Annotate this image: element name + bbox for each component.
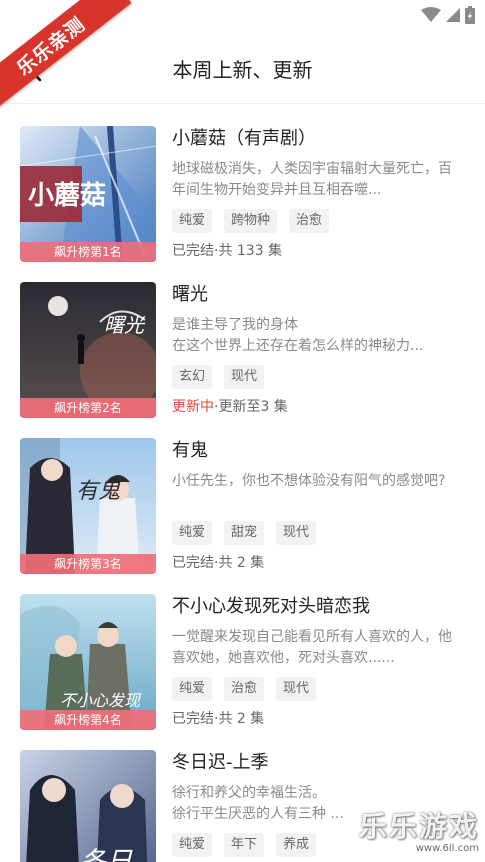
item-title: 冬日迟-上季 [172,752,269,773]
list-item[interactable]: 有鬼 飙升榜第3名 有鬼 小任先生，你也不想体验没有阳气的感觉吧? 纯爱 甜宠 … [0,438,485,578]
tag-list: 纯爱 年下 养成 [172,833,462,857]
item-title: 小蘑菇（有声剧） [172,128,316,149]
tag[interactable]: 治愈 [224,677,265,701]
item-title: 曙光 [172,284,208,305]
status-text: ·更新至3 集 [214,399,288,415]
item-description: 徐行和养父的幸福生活。 徐行平生厌恶的人有三种 ... [172,785,344,822]
tag[interactable]: 纯爱 [172,677,213,701]
tag[interactable]: 玄幻 [172,365,213,389]
tag[interactable]: 现代 [224,365,265,389]
cover-title-text: 小蘑菇 [28,181,106,211]
tag-list: 纯爱 甜宠 现代 [172,521,462,545]
item-info: 曙光 是谁主导了我的身体 在这个世界上还存在着怎么样的神秘力... 玄幻 现代 … [172,282,462,416]
cover-title-text: 曙光 [104,313,146,337]
header: 本周上新、更新 [0,32,485,104]
tag[interactable]: 跨物种 [224,209,278,233]
status-highlight: 更新中 [172,399,214,415]
rank-badge: 飙升榜第3名 [20,554,156,574]
item-status: 已完结·共 2 集 [172,552,462,572]
wifi-icon [421,7,441,22]
page-title: 本周上新、更新 [172,58,313,82]
cover-image[interactable]: 小蘑菇 飙升榜第1名 [20,126,156,262]
item-status: 已完结·共 2 集 [172,708,462,728]
list-item[interactable]: 不小心发现 飙升榜第4名 不小心发现死对头暗恋我 一觉醒来发现自己能看见所有人喜… [0,594,485,734]
tag[interactable]: 治愈 [289,209,330,233]
item-info: 冬日迟-上季 徐行和养父的幸福生活。 徐行平生厌恶的人有三种 ... 纯爱 年下… [172,750,462,857]
item-title: 有鬼 [172,440,208,461]
item-description: 一觉醒来发现自己能看见所有人喜欢的人，他喜欢她，她喜欢他，死对头喜欢...... [172,629,452,666]
cover-title-text: 冬日 [80,847,133,862]
cover-title-text: 有鬼 [76,479,121,504]
tag[interactable]: 现代 [276,521,317,545]
cover-title-text: 不小心发现 [60,691,142,710]
tag-list: 玄幻 现代 [172,365,462,389]
cover-image[interactable]: 不小心发现 飙升榜第4名 [20,594,156,730]
rank-badge: 飙升榜第1名 [20,242,156,262]
cover-image[interactable]: 有鬼 飙升榜第3名 [20,438,156,574]
list-item[interactable]: 曙光 飙升榜第2名 曙光 是谁主导了我的身体 在这个世界上还存在着怎么样的神秘力… [0,282,485,422]
item-info: 小蘑菇（有声剧） 地球磁极消失，人类因宇宙辐射大量死亡，百年间生物开始变异并且互… [172,126,462,260]
item-info: 不小心发现死对头暗恋我 一觉醒来发现自己能看见所有人喜欢的人，他喜欢她，她喜欢他… [172,594,462,728]
item-status: 已完结·共 133 集 [172,240,462,260]
cover-image[interactable]: 冬日 [20,750,156,862]
tag[interactable]: 年下 [224,833,265,857]
battery-icon [465,6,475,24]
tag[interactable]: 现代 [276,677,317,701]
list-item[interactable]: 小蘑菇 飙升榜第1名 小蘑菇（有声剧） 地球磁极消失，人类因宇宙辐射大量死亡，百… [0,126,485,266]
tag[interactable]: 养成 [276,833,317,857]
item-title: 不小心发现死对头暗恋我 [172,596,370,617]
signal-icon [446,8,460,22]
status-text: 已完结·共 2 集 [172,711,265,727]
rank-badge: 飙升榜第2名 [20,398,156,418]
status-icons [421,6,475,24]
status-bar [0,0,485,32]
list-item[interactable]: 冬日 冬日迟-上季 徐行和养父的幸福生活。 徐行平生厌恶的人有三种 ... 纯爱… [0,750,485,862]
cover-image[interactable]: 曙光 飙升榜第2名 [20,282,156,418]
item-description: 是谁主导了我的身体 在这个世界上还存在着怎么样的神秘力... [172,317,424,354]
item-description: 地球磁极消失，人类因宇宙辐射大量死亡，百年间生物开始变异并且互相吞噬... [172,161,452,198]
tag[interactable]: 纯爱 [172,521,213,545]
rank-badge: 飙升榜第4名 [20,710,156,730]
tag[interactable]: 纯爱 [172,833,213,857]
tag[interactable]: 纯爱 [172,209,213,233]
item-info: 有鬼 小任先生，你也不想体验没有阳气的感觉吧? 纯爱 甜宠 现代 已完结·共 2… [172,438,462,572]
tag[interactable]: 甜宠 [224,521,265,545]
status-text: 已完结·共 133 集 [172,243,283,259]
status-text: 已完结·共 2 集 [172,555,265,571]
tag-list: 纯爱 跨物种 治愈 [172,209,462,233]
item-status: 更新中·更新至3 集 [172,396,462,416]
item-description: 小任先生，你也不想体验没有阳气的感觉吧? [172,473,446,489]
tag-list: 纯爱 治愈 现代 [172,677,462,701]
